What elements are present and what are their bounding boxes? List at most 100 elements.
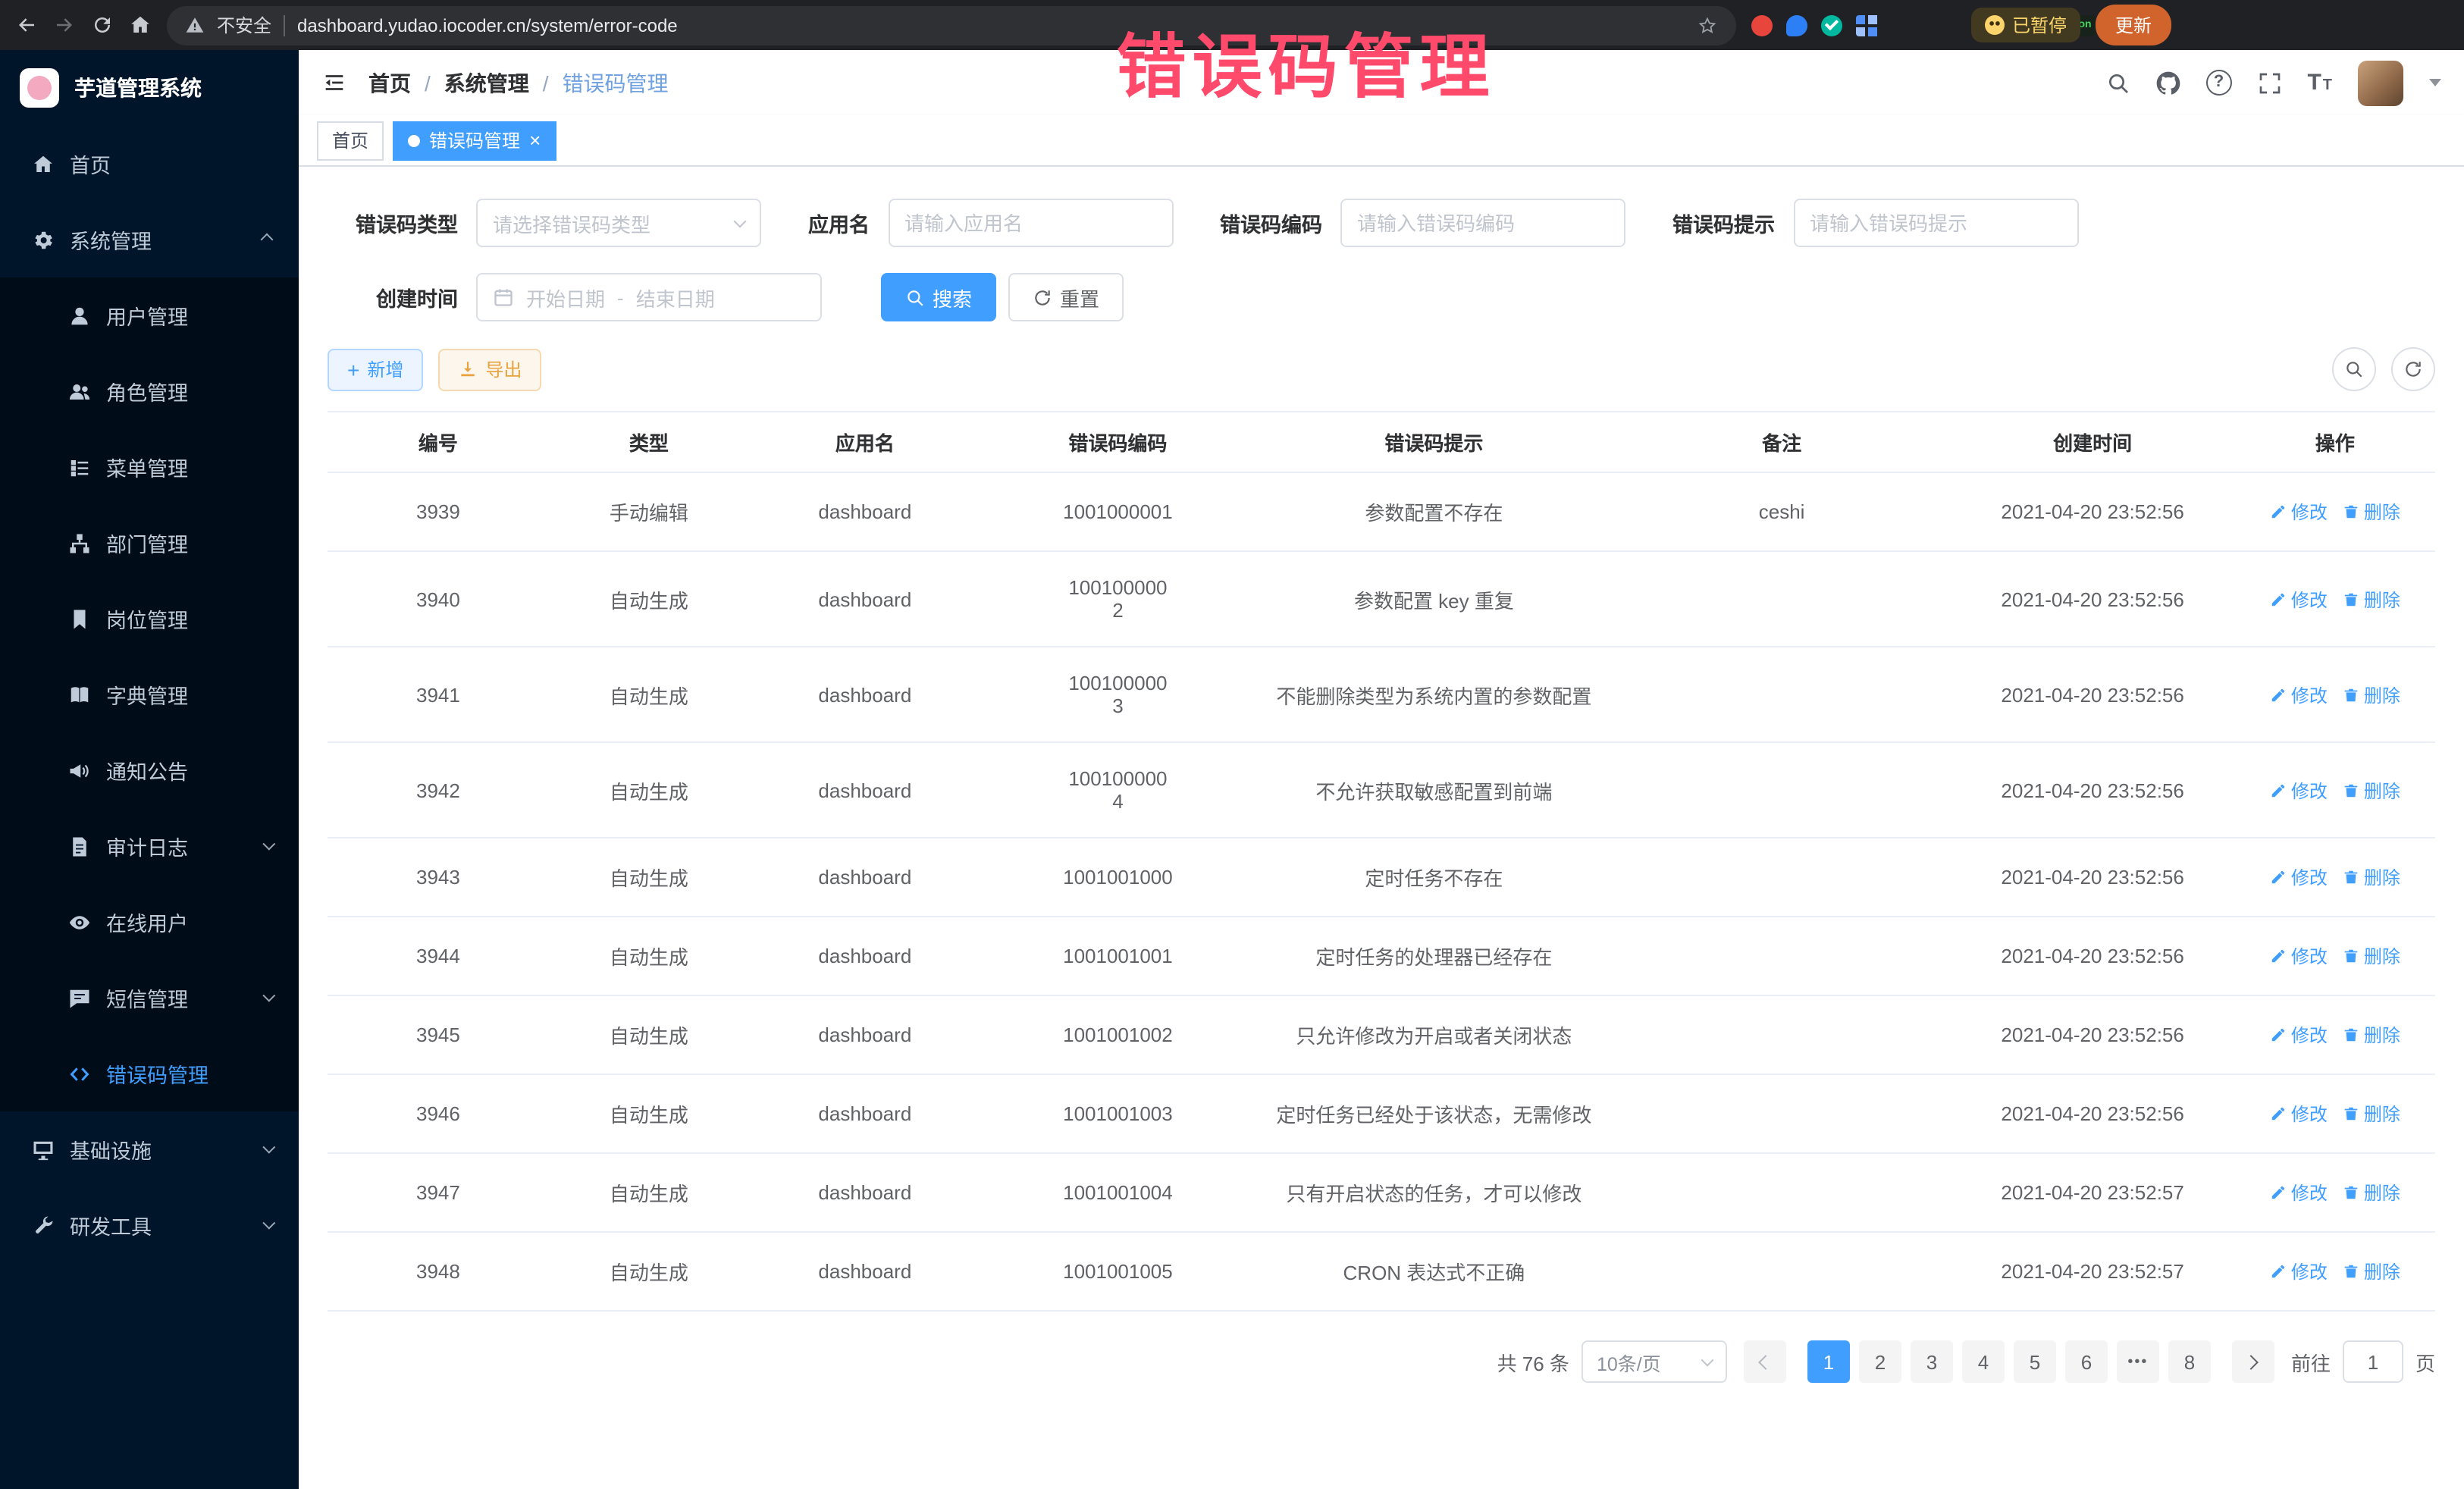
edit-link[interactable]: 修改 bbox=[2270, 864, 2328, 890]
cell-type: 自动生成 bbox=[549, 1232, 749, 1311]
cell-hint: 参数配置不存在 bbox=[1255, 472, 1613, 551]
goto-page-input[interactable] bbox=[2343, 1340, 2403, 1383]
sidebar-item[interactable]: 菜单管理 bbox=[0, 429, 299, 505]
add-button[interactable]: + 新增 bbox=[328, 348, 423, 390]
sidebar-item[interactable]: 首页 bbox=[0, 126, 299, 202]
page-button[interactable]: 6 bbox=[2065, 1340, 2108, 1383]
page-button[interactable]: 1 bbox=[1807, 1340, 1850, 1383]
close-icon[interactable]: × bbox=[529, 130, 541, 150]
fullscreen-icon[interactable] bbox=[2257, 71, 2281, 95]
error-hint-input[interactable] bbox=[1793, 199, 2078, 247]
edit-link[interactable]: 修改 bbox=[2270, 777, 2328, 803]
reload-icon[interactable] bbox=[91, 14, 114, 36]
edit-link[interactable]: 修改 bbox=[2270, 943, 2328, 969]
delete-link[interactable]: 删除 bbox=[2343, 777, 2400, 803]
edit-link[interactable]: 修改 bbox=[2270, 1180, 2328, 1205]
caret-down-icon[interactable] bbox=[2429, 79, 2441, 86]
sidebar-item[interactable]: 角色管理 bbox=[0, 353, 299, 429]
forward-icon[interactable] bbox=[53, 14, 76, 36]
tag-error-code[interactable]: 错误码管理 × bbox=[393, 121, 556, 160]
edit-link[interactable]: 修改 bbox=[2270, 586, 2328, 612]
sidebar-item[interactable]: 系统管理 bbox=[0, 202, 299, 277]
page-button[interactable]: 2 bbox=[1859, 1340, 1901, 1383]
sidebar-item[interactable]: 在线用户 bbox=[0, 884, 299, 960]
paused-badge[interactable]: 已暂停 bbox=[1971, 8, 2080, 42]
cell-operations: 修改删除 bbox=[2235, 995, 2435, 1074]
page-size-select[interactable]: 10条/页 bbox=[1582, 1340, 1727, 1383]
edit-link[interactable]: 修改 bbox=[2270, 499, 2328, 525]
sidebar-item[interactable]: 研发工具 bbox=[0, 1187, 299, 1263]
infra-icon bbox=[32, 1138, 55, 1161]
breadcrumb-item[interactable]: 系统管理 bbox=[444, 67, 529, 98]
error-type-select[interactable]: 请选择错误码类型 bbox=[476, 199, 761, 247]
search-button-label: 搜索 bbox=[933, 283, 972, 312]
page-button[interactable]: 4 bbox=[1962, 1340, 2005, 1383]
prev-page-button[interactable] bbox=[1744, 1340, 1786, 1383]
edit-link[interactable]: 修改 bbox=[2270, 1022, 2328, 1048]
edit-link[interactable]: 修改 bbox=[2270, 1101, 2328, 1127]
chevron-down-icon bbox=[262, 838, 275, 851]
sidebar-toggle-icon[interactable] bbox=[321, 70, 347, 96]
help-icon[interactable]: ? bbox=[2205, 70, 2231, 96]
error-code-input[interactable] bbox=[1340, 199, 1625, 247]
delete-link[interactable]: 删除 bbox=[2343, 586, 2400, 612]
extension-icon[interactable] bbox=[1751, 14, 1773, 36]
toggle-search-button[interactable] bbox=[2332, 347, 2376, 391]
edit-icon bbox=[2270, 1105, 2287, 1122]
edit-link[interactable]: 修改 bbox=[2270, 682, 2328, 707]
page-button[interactable]: 8 bbox=[2168, 1340, 2211, 1383]
update-button[interactable]: 更新 bbox=[2096, 5, 2171, 45]
cell-operations: 修改删除 bbox=[2235, 472, 2435, 551]
address-bar[interactable]: 不安全 dashboard.yudao.iocoder.cn/system/er… bbox=[167, 5, 1736, 45]
sidebar-item[interactable]: 字典管理 bbox=[0, 657, 299, 732]
delete-link[interactable]: 删除 bbox=[2343, 499, 2400, 525]
browser-chrome: 不安全 dashboard.yudao.iocoder.cn/system/er… bbox=[0, 0, 2464, 50]
extension-icon[interactable] bbox=[1786, 14, 1807, 36]
date-range-picker[interactable]: 开始日期 - 结束日期 bbox=[476, 273, 822, 321]
tag-home[interactable]: 首页 bbox=[317, 121, 384, 160]
browser-home-icon[interactable] bbox=[129, 14, 152, 36]
app-name-input[interactable] bbox=[888, 199, 1173, 247]
sidebar-item[interactable]: 通知公告 bbox=[0, 732, 299, 808]
page-button[interactable]: 5 bbox=[2014, 1340, 2056, 1383]
header-search-icon[interactable] bbox=[2105, 71, 2130, 95]
cell-hint: 不能删除类型为系统内置的参数配置 bbox=[1255, 647, 1613, 742]
breadcrumb-item[interactable]: 首页 bbox=[368, 67, 411, 98]
github-icon[interactable] bbox=[2155, 71, 2180, 95]
cell-remark bbox=[1613, 1074, 1951, 1153]
sidebar-item[interactable]: 错误码管理 bbox=[0, 1036, 299, 1111]
cell-hint: 定时任务的处理器已经存在 bbox=[1255, 917, 1613, 995]
extension-icon[interactable] bbox=[1821, 14, 1842, 36]
user-avatar[interactable] bbox=[2358, 60, 2403, 105]
font-size-icon[interactable]: TT bbox=[2307, 70, 2332, 96]
export-button[interactable]: 导出 bbox=[438, 348, 541, 390]
delete-link[interactable]: 删除 bbox=[2343, 1101, 2400, 1127]
delete-link[interactable]: 删除 bbox=[2343, 1180, 2400, 1205]
refresh-table-button[interactable] bbox=[2391, 347, 2435, 391]
page-button[interactable]: 3 bbox=[1911, 1340, 1953, 1383]
sidebar-item[interactable]: 部门管理 bbox=[0, 505, 299, 581]
cell-remark bbox=[1613, 838, 1951, 917]
logo-row[interactable]: 芋道管理系统 bbox=[0, 50, 299, 126]
delete-link[interactable]: 删除 bbox=[2343, 682, 2400, 707]
bookmark-star-icon[interactable] bbox=[1697, 14, 1718, 36]
table-row: 3941自动生成dashboard100100000 3不能删除类型为系统内置的… bbox=[328, 647, 2435, 742]
sidebar-item[interactable]: 短信管理 bbox=[0, 960, 299, 1036]
delete-link[interactable]: 删除 bbox=[2343, 1259, 2400, 1284]
sidebar-item[interactable]: 审计日志 bbox=[0, 808, 299, 884]
search-icon bbox=[905, 287, 925, 307]
delete-link[interactable]: 删除 bbox=[2343, 1022, 2400, 1048]
sidebar-item[interactable]: 岗位管理 bbox=[0, 581, 299, 657]
search-button[interactable]: 搜索 bbox=[881, 273, 996, 321]
edit-link[interactable]: 修改 bbox=[2270, 1259, 2328, 1284]
back-icon[interactable] bbox=[15, 14, 38, 36]
sidebar-item[interactable]: 用户管理 bbox=[0, 277, 299, 353]
page-more-button[interactable]: ••• bbox=[2117, 1340, 2159, 1383]
reset-button[interactable]: 重置 bbox=[1008, 273, 1124, 321]
sidebar-item[interactable]: 基础设施 bbox=[0, 1111, 299, 1187]
delete-link[interactable]: 删除 bbox=[2343, 864, 2400, 890]
delete-link[interactable]: 删除 bbox=[2343, 943, 2400, 969]
delete-icon bbox=[2343, 1184, 2359, 1201]
next-page-button[interactable] bbox=[2232, 1340, 2274, 1383]
cell-operations: 修改删除 bbox=[2235, 647, 2435, 742]
